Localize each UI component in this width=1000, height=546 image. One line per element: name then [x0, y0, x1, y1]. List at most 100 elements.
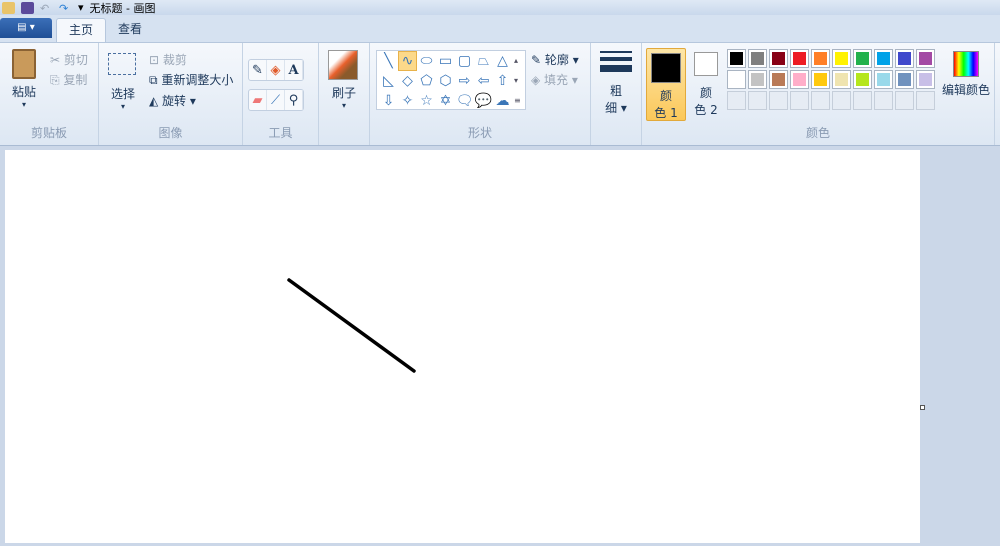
paint-app-icon[interactable]: [2, 1, 15, 14]
paste-button[interactable]: 粘贴 ▾: [8, 49, 40, 119]
eraser-icon[interactable]: ▰: [249, 90, 267, 110]
color-swatch[interactable]: [727, 91, 746, 110]
resize-button[interactable]: ⧉ 重新调整大小: [149, 71, 233, 88]
size-label-1: 粗: [609, 84, 622, 98]
color-swatch[interactable]: [916, 91, 935, 110]
color-swatch[interactable]: [832, 70, 851, 89]
color-swatch[interactable]: [748, 91, 767, 110]
color-swatch[interactable]: [874, 91, 893, 110]
shape-item[interactable]: ⬡: [436, 71, 455, 91]
color-swatch[interactable]: [874, 70, 893, 89]
shape-item[interactable]: ◺: [379, 71, 398, 91]
edit-colors-button[interactable]: 编辑颜色: [938, 51, 994, 98]
brushes-button[interactable]: 刷子 ▾: [328, 50, 360, 110]
color-swatch[interactable]: [853, 49, 872, 68]
color-swatch[interactable]: [811, 49, 830, 68]
color-swatch[interactable]: [727, 49, 746, 68]
color-picker-icon[interactable]: ⟋: [267, 90, 285, 110]
image-group: 选择 ▾ ⊡ 裁剪 ⧉ 重新调整大小 ◭ 旋转 ▾ 图像: [99, 43, 243, 145]
shape-item[interactable]: ∿: [398, 51, 417, 71]
shape-item[interactable]: ⇧: [493, 71, 512, 91]
brush-icon: [328, 50, 358, 80]
resize-label: 重新调整大小: [161, 73, 234, 87]
fill-icon[interactable]: ◈: [267, 60, 285, 80]
color-swatch[interactable]: [811, 70, 830, 89]
colors-group-label: 颜色: [805, 126, 830, 140]
clipboard-icon: [12, 49, 36, 79]
color-swatch[interactable]: [811, 91, 830, 110]
shape-item[interactable]: ⇦: [474, 71, 493, 91]
shape-item[interactable]: ⬭: [417, 51, 436, 71]
shape-item[interactable]: ╲: [379, 51, 398, 71]
color-swatch[interactable]: [874, 49, 893, 68]
color2-button[interactable]: 颜色 2: [692, 52, 720, 118]
color-swatch[interactable]: [853, 70, 872, 89]
tab-view[interactable]: 查看: [106, 18, 154, 42]
color-swatch[interactable]: [790, 91, 809, 110]
color-swatch[interactable]: [916, 49, 935, 68]
color-swatch[interactable]: [748, 49, 767, 68]
canvas-resize-handle[interactable]: [920, 405, 925, 410]
shape-item[interactable]: ▢: [455, 51, 474, 71]
color-swatch[interactable]: [832, 49, 851, 68]
shapes-group: ╲ ∿ ⬭ ▭ ▢ ⏢ △ ◺ ◇ ⬠ ⬡ ⇨ ⇦ ⇧ ⇩ ✧ ☆ ✡ 🗨 💬 ☁ ▴ ▾ ≡ ✎ 轮廓 ▾ ◈ 填充 ▾ …: [370, 43, 591, 145]
fill-button[interactable]: ◈ 填充 ▾: [531, 71, 578, 88]
select-button[interactable]: 选择 ▾: [108, 53, 138, 111]
shape-item[interactable]: ⏢: [474, 51, 493, 71]
size-button[interactable]: 粗 细 ▾: [600, 49, 632, 116]
edit-colors-label: 编辑颜色: [941, 83, 990, 97]
color-swatch[interactable]: [790, 49, 809, 68]
tab-home[interactable]: 主页: [56, 18, 107, 42]
cut-button[interactable]: ✂ 剪切: [50, 51, 88, 68]
color-swatch[interactable]: [853, 91, 872, 110]
color-swatch[interactable]: [895, 49, 914, 68]
color-swatch[interactable]: [790, 70, 809, 89]
color1-button[interactable]: 颜色 1: [646, 48, 686, 121]
copy-button[interactable]: ⎘ 复制: [50, 71, 87, 88]
color-swatch[interactable]: [895, 70, 914, 89]
shapes-group-label: 形状: [467, 126, 492, 140]
paint-menu-button[interactable]: ▤ ▾: [0, 18, 52, 38]
color-swatch[interactable]: [916, 70, 935, 89]
ribbon-tabs: ▤ ▾ 主页 查看: [0, 15, 1000, 42]
shape-item[interactable]: ☁: [493, 91, 512, 111]
shape-item[interactable]: ✧: [398, 91, 417, 111]
copy-label: 复制: [63, 73, 88, 87]
color2-label: 颜: [699, 86, 712, 100]
shape-item[interactable]: ⇨: [455, 71, 474, 91]
crop-button[interactable]: ⊡ 裁剪: [149, 51, 187, 68]
shape-item[interactable]: ▭: [436, 51, 455, 71]
shape-item[interactable]: ✡: [436, 91, 455, 111]
cut-label: 剪切: [63, 53, 88, 67]
shapes-scroll[interactable]: ▴ ▾ ≡: [514, 51, 524, 111]
pencil-icon[interactable]: ✎: [249, 60, 267, 80]
color1-label: 颜: [659, 89, 672, 103]
outline-button[interactable]: ✎ 轮廓 ▾: [531, 51, 579, 68]
redo-icon[interactable]: ↷: [59, 2, 72, 15]
color-swatch[interactable]: [727, 70, 746, 89]
shape-item[interactable]: ◇: [398, 71, 417, 91]
color-swatch[interactable]: [832, 91, 851, 110]
color-swatch[interactable]: [769, 70, 788, 89]
color-swatch[interactable]: [769, 91, 788, 110]
brushes-label: 刷子: [331, 86, 356, 100]
rotate-button[interactable]: ◭ 旋转 ▾: [149, 92, 196, 109]
colors-group: 颜色 1 颜色 2 编辑颜色 颜色: [642, 43, 995, 145]
color-swatch[interactable]: [769, 49, 788, 68]
clipboard-group: 粘贴 ▾ ✂ 剪切 ⎘ 复制 剪贴板: [0, 43, 99, 145]
shape-item[interactable]: ☆: [417, 91, 436, 111]
customize-toolbar-icon[interactable]: ▾: [78, 1, 84, 14]
shape-item[interactable]: 🗨: [455, 91, 474, 111]
save-icon[interactable]: [21, 1, 34, 14]
color1-label-2: 色 1: [654, 106, 678, 120]
magnifier-icon[interactable]: ⚲: [285, 90, 303, 110]
shape-item[interactable]: 💬: [474, 91, 493, 111]
color-swatch[interactable]: [895, 91, 914, 110]
undo-icon[interactable]: ↶: [40, 2, 53, 15]
drawing-canvas[interactable]: [5, 150, 920, 543]
shape-item[interactable]: △: [493, 51, 512, 71]
shape-item[interactable]: ⬠: [417, 71, 436, 91]
color-swatch[interactable]: [748, 70, 767, 89]
text-icon[interactable]: A: [285, 60, 303, 80]
shape-item[interactable]: ⇩: [379, 91, 398, 111]
